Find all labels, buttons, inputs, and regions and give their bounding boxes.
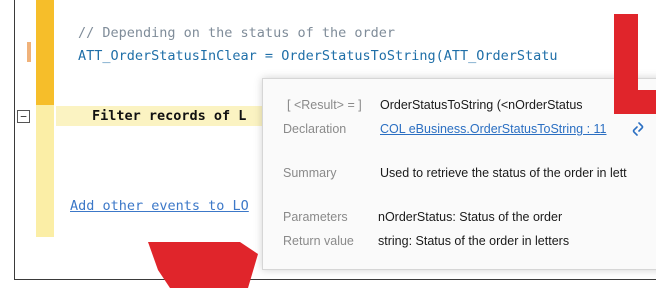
function-signature: OrderStatusToString (<nOrderStatus — [380, 98, 583, 112]
collapse-minus-icon[interactable]: − — [17, 110, 30, 123]
add-other-events-link[interactable]: Add other events to LO — [70, 198, 249, 214]
change-marker — [27, 42, 31, 62]
filter-records-label: Filter records of L — [92, 108, 247, 124]
declaration-label: Declaration — [283, 122, 347, 136]
declaration-link[interactable]: COL eBusiness.OrderStatusToString : 11 — [380, 122, 607, 136]
gutter-block — [36, 105, 54, 237]
code-comment-line: // Depending on the status of the order — [78, 25, 395, 41]
code-assign-line[interactable]: ATT_OrderStatusInClear = OrderStatusToSt… — [78, 48, 558, 64]
summary-label: Summary — [283, 166, 337, 180]
gutter-active-block — [36, 0, 54, 105]
return-value-text: string: Status of the order in letters — [378, 234, 570, 248]
chain-link-icon[interactable] — [631, 121, 645, 137]
result-label: [ <Result> = ] — [287, 98, 362, 112]
parameters-label: Parameters — [283, 210, 348, 224]
red-arrow-annotation-bottom — [148, 242, 258, 288]
summary-text: Used to retrieve the status of the order… — [380, 166, 627, 180]
return-value-label: Return value — [283, 234, 354, 248]
red-arrow-annotation-top — [614, 14, 656, 114]
parameters-text: nOrderStatus: Status of the order — [378, 210, 563, 224]
